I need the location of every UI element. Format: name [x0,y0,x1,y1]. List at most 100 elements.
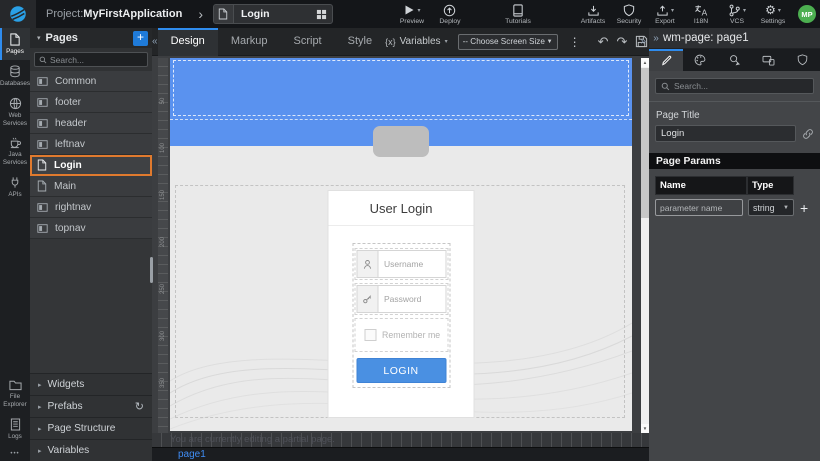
properties-search-input[interactable] [674,81,808,91]
section-widgets[interactable]: ▸ Widgets [30,373,152,395]
vcs-button[interactable]: ▾ VCS [720,0,754,28]
export-button[interactable]: ▾ Export [648,0,682,28]
add-page-button[interactable]: + [133,31,148,46]
bind-link-icon[interactable] [802,128,814,140]
tab-properties[interactable] [649,49,683,71]
open-page-tab-label: Login [234,8,312,20]
login-card-divider [329,225,474,226]
page-item-common[interactable]: Common [30,71,152,92]
variables-dropdown[interactable]: {x} Variables ▾ [385,36,447,47]
param-name-input[interactable] [655,199,743,216]
tab-security[interactable] [786,49,820,71]
login-form-widget[interactable]: Remember me LOGIN [352,243,450,388]
triangle-right-icon: ▸ [38,447,42,455]
grid-icon[interactable] [312,9,332,20]
canvas-scrollbar[interactable]: ▲ ▼ [641,58,649,433]
refresh-icon[interactable]: ↻ [135,400,144,413]
tab-script[interactable]: Script [281,28,335,56]
wavemaker-logo[interactable] [0,0,36,28]
expand-panel-icon[interactable]: » [649,33,663,44]
tab-style[interactable]: Style [335,28,385,56]
username-field[interactable] [356,250,446,278]
sidebar-item-databases[interactable]: Databases [0,60,30,92]
logo-placeholder[interactable] [373,126,429,157]
variables-icon: {x} [385,37,396,47]
project-name: MyFirstApplication [83,8,182,20]
add-param-button[interactable]: + [800,201,808,215]
tab-devices[interactable] [752,49,786,71]
header-row-divider [170,119,632,120]
partial-page-notice: You are currently editing a partial page… [170,434,335,445]
caret-down-icon[interactable]: ▾ [37,34,41,42]
username-input[interactable] [378,250,446,278]
triangle-right-icon: ▸ [38,381,42,389]
settings-button[interactable]: ⚙▾ Settings [756,0,790,28]
sidebar-item-java-services[interactable]: Java Services [0,131,30,171]
page-item-topnav[interactable]: topnav [30,218,152,239]
tab-design[interactable]: Design [158,28,218,56]
password-input[interactable] [378,285,446,313]
user-avatar[interactable]: MP [798,5,816,23]
tutorials-button[interactable]: Tutorials [501,0,535,28]
tab-styles[interactable] [683,49,717,71]
remember-me-widget[interactable]: Remember me [356,320,446,350]
login-card-widget[interactable]: User Login [328,190,475,418]
expand-panel-icon[interactable]: » [640,36,646,47]
page-item-login[interactable]: Login [30,155,152,176]
scroll-down-icon[interactable]: ▼ [641,424,649,433]
top-bar: Project:MyFirstApplication › Login ▾ Pre… [0,0,820,28]
undo-icon[interactable]: ↶ [594,35,613,48]
security-button[interactable]: Security [612,0,646,28]
page-icon [214,5,234,23]
page-title-input[interactable] [655,125,796,142]
sidebar-item-logs[interactable]: Logs [0,413,30,445]
tab-markup[interactable]: Markup [218,28,281,56]
deploy-button[interactable]: Deploy [433,0,467,28]
kebab-menu-icon[interactable]: ⋮ [566,35,584,49]
open-page-tab[interactable]: Login [213,4,333,24]
password-field[interactable] [356,285,446,313]
sidebar-item-web-services[interactable]: Web Services [0,92,30,132]
redo-icon[interactable]: ↷ [612,35,631,48]
scrollbar-thumb[interactable] [641,68,649,218]
more-options-icon[interactable]: ••• [0,445,30,461]
screen-size-select[interactable]: -- Choose Screen Size -- ▼ [458,34,558,50]
section-variables[interactable]: ▸ Variables [30,439,152,461]
select-arrow-icon: ▼ [783,205,789,211]
scroll-up-icon[interactable]: ▲ [641,58,649,67]
pages-panel: ▾ Pages + Common footer header leftnav [30,28,152,461]
page-params-header: Page Params [649,153,820,169]
page-item-footer[interactable]: footer [30,92,152,113]
remember-me-checkbox[interactable] [364,329,376,341]
section-prefabs[interactable]: ▸ Prefabs ↻ [30,395,152,417]
page-item-main[interactable]: Main [30,176,152,197]
pages-search-input[interactable] [50,55,143,65]
left-rail-bottom: File Explorer Logs ••• [0,374,30,461]
panel-scrollbar[interactable] [150,257,153,283]
chevron-down-icon: ▾ [417,7,420,14]
fragment-icon [37,140,48,149]
folder-icon [9,379,22,391]
properties-search-box[interactable] [655,78,814,94]
device-icon [762,55,775,66]
bottom-page-tab[interactable]: page1 [178,449,206,460]
param-type-select[interactable]: string ▼ [748,199,794,216]
pages-search-box[interactable] [34,52,148,67]
sidebar-item-pages[interactable]: Pages [0,28,30,60]
page-item-header[interactable]: header [30,113,152,134]
selected-widget-title: wm-page: page1 [663,32,749,44]
sidebar-item-apis[interactable]: APIs [0,171,30,203]
page-item-leftnav[interactable]: leftnav [30,134,152,155]
pages-search [30,48,152,71]
login-button[interactable]: LOGIN [356,358,446,383]
section-page-structure[interactable]: ▸ Page Structure [30,417,152,439]
params-table-header-row: Name Type [655,176,814,195]
i18n-button[interactable]: A I18N [684,0,718,28]
tab-events[interactable] [717,49,751,71]
page-item-rightnav[interactable]: rightnav [30,197,152,218]
design-canvas-page[interactable]: User Login [170,58,632,431]
preview-button[interactable]: ▾ Preview [395,0,429,28]
sidebar-item-file-explorer[interactable]: File Explorer [0,374,30,413]
chevron-down-icon: ▾ [671,7,674,14]
artifacts-button[interactable]: Artifacts [576,0,610,28]
